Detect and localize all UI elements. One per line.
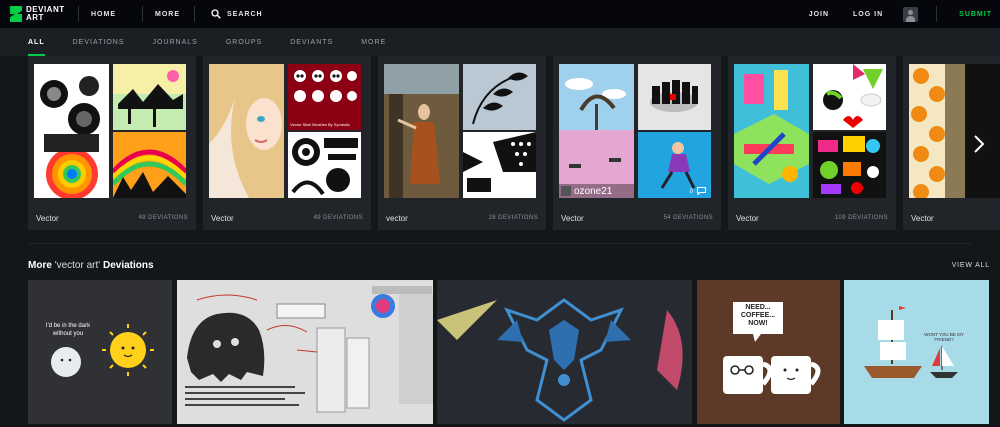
deviantart-logo-icon: [10, 6, 22, 22]
gallery-count: 54 DEVIATIONS: [663, 215, 713, 221]
login-link[interactable]: LOG IN: [853, 11, 883, 18]
gallery-thumb[interactable]: [813, 132, 886, 198]
deviantart-logo[interactable]: DEVIANT ART: [0, 6, 78, 22]
home-link[interactable]: HOME: [91, 11, 116, 18]
more-menu[interactable]: MORE: [155, 11, 180, 18]
gallery-thumb[interactable]: [113, 132, 186, 198]
section-divider: [28, 243, 972, 244]
gallery-thumb[interactable]: [113, 64, 186, 130]
chevron-right-icon[interactable]: [972, 134, 986, 154]
gallery-card[interactable]: vector 28 DEVIATIONS: [378, 56, 546, 230]
gallery-thumb[interactable]: [734, 64, 809, 198]
gallery-label[interactable]: Vector: [211, 214, 234, 223]
search-icon: [211, 9, 221, 19]
tab-more[interactable]: MORE: [361, 28, 386, 56]
nav-separator: [78, 6, 79, 22]
gallery-label[interactable]: Vector: [561, 214, 584, 223]
gallery-card[interactable]: Vector Skull Brushes By Symbolic Vector …: [203, 56, 371, 230]
deviation-thumb[interactable]: WONT YOU BE MY FRIEND?: [844, 280, 989, 424]
coffee-caption: NEED... COFFEE... NOW!: [740, 304, 776, 327]
top-navigation: DEVIANT ART HOME MORE SEARCH JOIN LOG IN …: [0, 0, 1000, 28]
comment-count: 0: [689, 189, 693, 195]
gallery-thumb[interactable]: [288, 132, 361, 198]
deviation-thumb[interactable]: NEED... COFFEE... NOW!: [697, 280, 840, 424]
moon-caption: I'd be in the dark without you: [45, 323, 91, 337]
tab-deviations[interactable]: DEVIATIONS: [73, 28, 125, 56]
search-tabs: ALL DEVIATIONS JOURNALS GROUPS DEVIANTS …: [0, 28, 1000, 56]
tab-all[interactable]: ALL: [28, 28, 45, 56]
boat-caption: WONT YOU BE MY FRIEND?: [924, 332, 964, 342]
view-all-link[interactable]: VIEW ALL: [952, 262, 990, 269]
submit-button[interactable]: SUBMIT: [959, 11, 992, 18]
deviation-thumb[interactable]: I'd be in the dark without you: [28, 280, 172, 424]
gallery-thumb[interactable]: [34, 64, 109, 198]
comment-icon[interactable]: [697, 187, 706, 195]
join-link[interactable]: JOIN: [809, 11, 829, 18]
deviation-thumb[interactable]: [437, 280, 692, 424]
gallery-carousel: Vector 49 DEVIATIONS Vector Skull Brushe…: [0, 56, 1000, 236]
gallery-label[interactable]: Vector: [36, 214, 59, 223]
avatar[interactable]: [903, 6, 919, 22]
gallery-thumb[interactable]: ozone21: [559, 64, 634, 198]
skull-brush-caption: Vector Skull Brushes By Symbolic: [290, 122, 351, 127]
gallery-card[interactable]: Vector 109 DEVIATIONS: [728, 56, 896, 230]
gallery-thumb[interactable]: [384, 64, 459, 198]
gallery-label[interactable]: Vector: [736, 214, 759, 223]
gallery-count: 49 DEVIATIONS: [313, 215, 363, 221]
gallery-label[interactable]: Vector: [911, 214, 934, 223]
deviation-thumb[interactable]: [177, 280, 433, 424]
more-deviations-heading: More 'vector art' Deviations: [28, 260, 154, 271]
gallery-thumb[interactable]: [209, 64, 284, 198]
tab-groups[interactable]: GROUPS: [226, 28, 262, 56]
logo-text-2: ART: [26, 13, 44, 22]
gallery-thumb[interactable]: [463, 132, 536, 198]
user-avatar[interactable]: [561, 186, 571, 196]
gallery-thumb[interactable]: [463, 64, 536, 130]
gallery-thumb[interactable]: [638, 64, 711, 130]
gallery-count: 109 DEVIATIONS: [834, 215, 888, 221]
deviation-author[interactable]: ozone21: [574, 186, 612, 197]
nav-separator: [936, 6, 938, 22]
gallery-label[interactable]: vector: [386, 214, 408, 223]
gallery-thumb[interactable]: [813, 64, 886, 130]
gallery-card[interactable]: ozone21 0 Vector 54 DEVIATIONS: [553, 56, 721, 230]
tab-deviants[interactable]: DEVIANTS: [290, 28, 333, 56]
tab-journals[interactable]: JOURNALS: [153, 28, 198, 56]
search-label: SEARCH: [227, 10, 263, 18]
nav-separator: [194, 6, 195, 22]
gallery-thumb[interactable]: [909, 64, 1000, 198]
gallery-count: 49 DEVIATIONS: [138, 215, 188, 221]
search-button[interactable]: SEARCH: [211, 9, 263, 19]
nav-separator: [142, 6, 143, 22]
gallery-card[interactable]: Vector 49 DEVIATIONS: [28, 56, 196, 230]
gallery-thumb[interactable]: 0: [638, 132, 711, 198]
gallery-thumb[interactable]: Vector Skull Brushes By Symbolic: [288, 64, 361, 130]
gallery-count: 28 DEVIATIONS: [488, 215, 538, 221]
